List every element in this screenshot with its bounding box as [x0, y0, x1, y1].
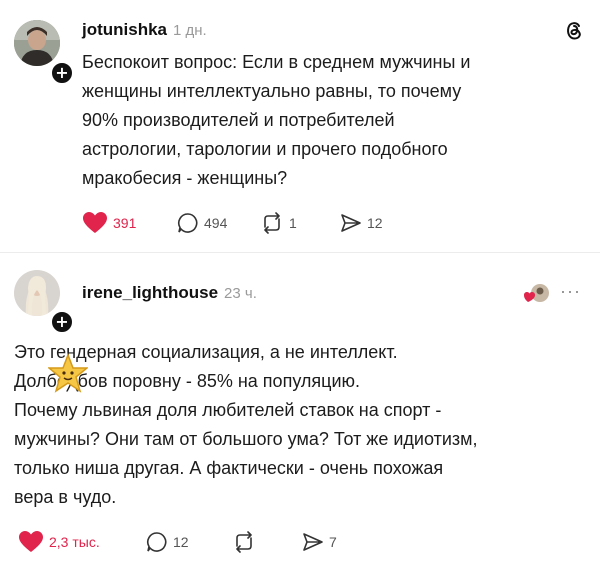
post-2-line: только ниша другая. А фактически - очень… — [14, 458, 444, 478]
post-1-line: мракобесия - женщины? — [82, 168, 288, 188]
star-sticker-icon — [46, 352, 90, 393]
share-count: 12 — [367, 215, 383, 231]
post-1-line: женщины интеллектуально равны, то почему — [82, 81, 462, 101]
avatar-jotunishka[interactable] — [14, 20, 60, 66]
like-count: 391 — [113, 215, 137, 231]
comment-button[interactable]: 494 — [177, 210, 227, 236]
follow-plus-icon[interactable]: + — [50, 61, 74, 85]
like-button[interactable]: 391 — [82, 210, 136, 236]
heart-icon — [83, 212, 107, 233]
username-row: irene_lighthouse 23 ч. — [82, 283, 257, 303]
share-button[interactable]: 12 — [340, 210, 383, 236]
follow-plus-icon[interactable]: + — [50, 310, 74, 334]
heart-icon — [19, 531, 43, 552]
send-icon — [303, 533, 323, 551]
comment-icon — [146, 532, 167, 552]
username-jotunishka[interactable]: jotunishka — [82, 20, 167, 39]
post-2: + irene_lighthouse 23 ч. ··· Это гендерна… — [0, 253, 600, 574]
post-2-line: Почему львиная доля любителей ставок на … — [14, 400, 442, 420]
post-time: 23 ч. — [224, 285, 257, 302]
like-button[interactable]: 2,3 тыс. — [18, 529, 100, 555]
more-options-icon[interactable]: ··· — [560, 281, 581, 302]
post-1-line: Беспокоит вопрос: Если в среднем мужчины… — [82, 52, 471, 72]
repost-count: 1 — [289, 215, 297, 231]
send-icon — [341, 214, 361, 232]
username-irene-lighthouse[interactable]: irene_lighthouse — [82, 283, 218, 302]
share-count: 7 — [329, 534, 337, 550]
repost-button[interactable]: 1 — [260, 210, 297, 236]
comment-count: 494 — [204, 215, 228, 231]
post-time: 1 дн. — [173, 22, 207, 39]
threads-icon[interactable] — [562, 18, 586, 42]
post-2-line: мужчины? Они там от большого ума? Тот же… — [14, 429, 478, 449]
post-2-actions: 2,3 тыс. 12 7 — [18, 529, 418, 555]
post-2-line: Долбо╳бов поровну - 85% на популяцию. — [14, 371, 361, 391]
avatar-irene-lighthouse[interactable] — [14, 270, 60, 316]
post-1: + jotunishka 1 дн. Беспокоит вопрос: Если… — [0, 0, 600, 250]
comment-button[interactable]: 12 — [146, 529, 189, 555]
username-row: jotunishka 1 дн. — [82, 20, 207, 40]
comment-count: 12 — [173, 534, 189, 550]
post-1-line: 90% производителей и потребителей — [82, 110, 395, 130]
post-2-line: Это гендерная социализация, а не интелле… — [14, 342, 398, 362]
post-1-line: астрологии, тарологии и прочего подобног… — [82, 139, 448, 159]
post-1-text: Беспокоит вопрос: Если в среднем мужчины… — [82, 48, 587, 193]
repost-icon — [236, 531, 252, 553]
repost-button[interactable] — [232, 529, 261, 555]
post-1-actions: 391 494 1 12 — [82, 210, 482, 236]
post-2-text: Это гендерная социализация, а не интелле… — [14, 338, 589, 512]
comment-icon — [177, 213, 198, 233]
share-button[interactable]: 7 — [302, 529, 337, 555]
like-count: 2,3 тыс. — [49, 534, 100, 550]
post-2-line: вера в чудо. — [14, 487, 117, 507]
repost-icon — [264, 212, 280, 234]
liked-by-author-avatar — [524, 283, 550, 305]
